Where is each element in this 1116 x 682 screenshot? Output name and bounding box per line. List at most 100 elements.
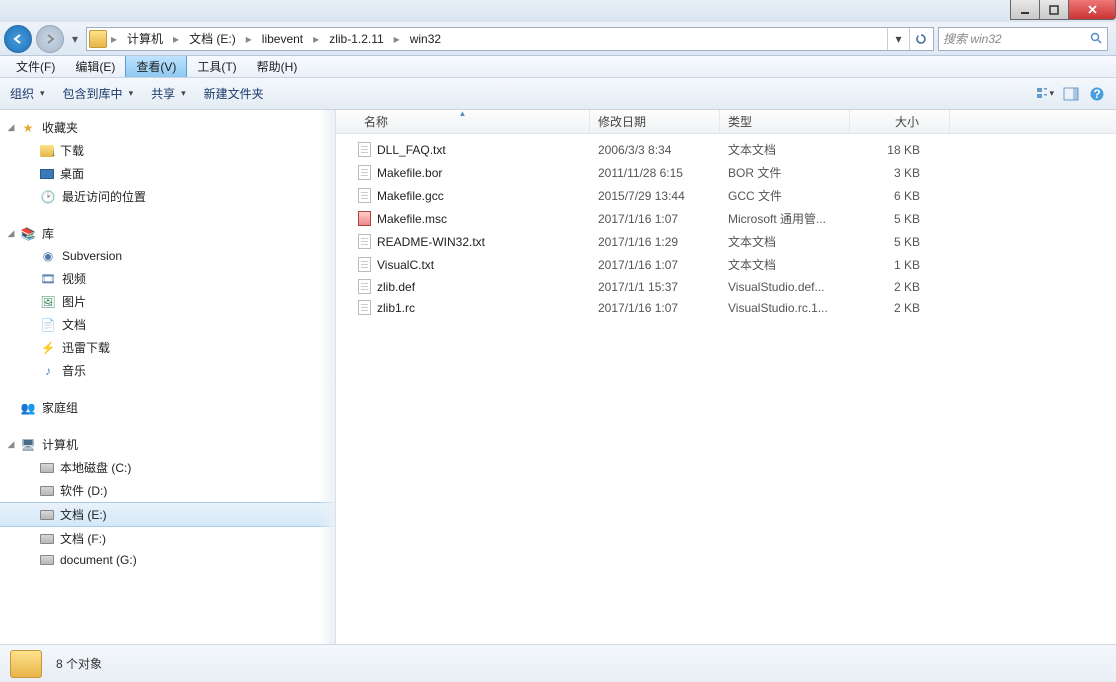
tree-drive-c[interactable]: 本地磁盘 (C:) <box>0 456 335 479</box>
file-name: zlib.def <box>377 280 415 294</box>
file-icon <box>358 279 371 294</box>
breadcrumb-separator[interactable]: ▸ <box>171 32 181 46</box>
maximize-button[interactable] <box>1039 0 1069 20</box>
status-bar: 8 个对象 <box>0 644 1116 682</box>
file-row[interactable]: Makefile.msc2017/1/16 1:07Microsoft 通用管.… <box>336 207 1116 230</box>
breadcrumb-item[interactable]: zlib-1.2.11 <box>323 30 389 48</box>
column-size[interactable]: 大小 <box>850 110 950 133</box>
preview-pane-button[interactable] <box>1062 85 1080 103</box>
file-name: Makefile.gcc <box>377 189 444 203</box>
menu-view[interactable]: 查看(V) <box>125 56 187 77</box>
file-row[interactable]: VisualC.txt2017/1/16 1:07文本文档1 KB <box>336 253 1116 276</box>
file-icon <box>358 142 371 157</box>
tree-pictures[interactable]: 🖼图片 <box>0 290 335 313</box>
breadcrumb-separator[interactable]: ▸ <box>109 32 119 46</box>
svg-text:?: ? <box>1093 87 1100 101</box>
file-date: 2017/1/16 1:07 <box>590 257 720 273</box>
tree-drive-f[interactable]: 文档 (F:) <box>0 527 335 550</box>
tree-drive-g[interactable]: document (G:) <box>0 550 335 570</box>
refresh-button[interactable] <box>909 28 931 50</box>
file-row[interactable]: zlib.def 2017/1/1 15:37VisualStudio.def..… <box>336 276 1116 297</box>
navigation-bar: ▾ ▸ 计算机 ▸ 文档 (E:) ▸ libevent ▸ zlib-1.2.… <box>0 22 1116 56</box>
column-date[interactable]: 修改日期 <box>590 110 720 133</box>
recent-icon: 🕑 <box>40 189 56 205</box>
tree-thunder[interactable]: ⚡迅雷下载 <box>0 336 335 359</box>
menu-file[interactable]: 文件(F) <box>6 56 65 77</box>
share-button[interactable]: 共享 <box>151 85 186 102</box>
address-bar[interactable]: ▸ 计算机 ▸ 文档 (E:) ▸ libevent ▸ zlib-1.2.11… <box>86 27 934 51</box>
tree-music[interactable]: ♪音乐 <box>0 359 335 382</box>
breadcrumb-item[interactable]: libevent <box>256 30 309 48</box>
tree-videos[interactable]: 🎞视频 <box>0 267 335 290</box>
file-name: zlib1.rc <box>377 301 415 315</box>
file-row[interactable]: DLL_FAQ.txt2006/3/3 8:34文本文档18 KB <box>336 138 1116 161</box>
file-icon <box>358 234 371 249</box>
search-box[interactable]: 搜索 win32 <box>938 27 1108 51</box>
breadcrumb-item[interactable]: 文档 (E:) <box>183 28 242 49</box>
drive-icon <box>40 463 54 473</box>
tree-favorites[interactable]: ◢★收藏夹 <box>0 116 335 139</box>
collapse-icon[interactable]: ◢ <box>6 439 16 450</box>
tree-downloads[interactable]: 下载 <box>0 139 335 162</box>
minimize-button[interactable] <box>1010 0 1040 20</box>
file-row[interactable]: zlib1.rc2017/1/16 1:07VisualStudio.rc.1.… <box>336 297 1116 318</box>
breadcrumb-separator[interactable]: ▸ <box>311 32 321 46</box>
file-type: VisualStudio.def... <box>720 279 850 295</box>
view-options-button[interactable]: ▾ <box>1036 85 1054 103</box>
tree-subversion[interactable]: ◉Subversion <box>0 245 335 267</box>
history-dropdown[interactable]: ▾ <box>68 25 82 53</box>
file-date: 2006/3/3 8:34 <box>590 142 720 158</box>
file-row[interactable]: Makefile.bor 2011/11/28 6:15BOR 文件3 KB <box>336 161 1116 184</box>
column-type[interactable]: 类型 <box>720 110 850 133</box>
file-size: 2 KB <box>850 279 950 295</box>
tree-recent[interactable]: 🕑最近访问的位置 <box>0 185 335 208</box>
main-area: ◢★收藏夹 下载 桌面 🕑最近访问的位置 ◢📚库 ◉Subversion 🎞视频… <box>0 110 1116 644</box>
file-row[interactable]: Makefile.gcc2015/7/29 13:44GCC 文件6 KB <box>336 184 1116 207</box>
menu-edit[interactable]: 编辑(E) <box>65 56 125 77</box>
tree-drive-e[interactable]: 文档 (E:) <box>0 502 335 527</box>
file-size: 2 KB <box>850 300 950 316</box>
file-rows[interactable]: DLL_FAQ.txt2006/3/3 8:34文本文档18 KBMakefil… <box>336 134 1116 644</box>
file-size: 18 KB <box>850 142 950 158</box>
back-button[interactable] <box>4 25 32 53</box>
file-icon <box>358 300 371 315</box>
file-row[interactable]: README-WIN32.txt2017/1/16 1:29文本文档5 KB <box>336 230 1116 253</box>
menu-help[interactable]: 帮助(H) <box>247 56 308 77</box>
address-dropdown[interactable]: ▾ <box>887 28 909 50</box>
file-type: BOR 文件 <box>720 163 850 182</box>
breadcrumb-separator[interactable]: ▸ <box>244 32 254 46</box>
file-type: VisualStudio.rc.1... <box>720 300 850 316</box>
navigation-pane[interactable]: ◢★收藏夹 下载 桌面 🕑最近访问的位置 ◢📚库 ◉Subversion 🎞视频… <box>0 110 336 644</box>
column-name[interactable]: ▲名称 <box>336 110 590 133</box>
file-type: GCC 文件 <box>720 186 850 205</box>
tree-computer[interactable]: ◢🖥计算机 <box>0 433 335 456</box>
breadcrumb-separator[interactable]: ▸ <box>392 32 402 46</box>
help-button[interactable]: ? <box>1088 85 1106 103</box>
close-button[interactable] <box>1068 0 1116 20</box>
breadcrumb-item[interactable]: 计算机 <box>121 28 169 49</box>
tree-homegroup[interactable]: 👥家庭组 <box>0 396 335 419</box>
new-folder-button[interactable]: 新建文件夹 <box>204 85 264 102</box>
include-library-button[interactable]: 包含到库中 <box>63 85 134 102</box>
forward-button[interactable] <box>36 25 64 53</box>
pictures-icon: 🖼 <box>40 294 56 310</box>
breadcrumb-item[interactable]: win32 <box>404 30 447 48</box>
libraries-icon: 📚 <box>20 226 36 242</box>
tree-libraries[interactable]: ◢📚库 <box>0 222 335 245</box>
file-name: Makefile.bor <box>377 166 442 180</box>
file-type: 文本文档 <box>720 140 850 159</box>
file-type: 文本文档 <box>720 232 850 251</box>
collapse-icon[interactable]: ◢ <box>6 122 16 133</box>
file-size: 6 KB <box>850 188 950 204</box>
tree-documents[interactable]: 📄文档 <box>0 313 335 336</box>
drive-icon <box>40 555 54 565</box>
file-size: 3 KB <box>850 165 950 181</box>
organize-button[interactable]: 组织 <box>10 85 45 102</box>
file-date: 2017/1/1 15:37 <box>590 279 720 295</box>
menu-tools[interactable]: 工具(T) <box>187 56 246 77</box>
tree-drive-d[interactable]: 软件 (D:) <box>0 479 335 502</box>
window-titlebar <box>0 0 1116 22</box>
collapse-icon[interactable]: ◢ <box>6 228 16 239</box>
tree-desktop[interactable]: 桌面 <box>0 162 335 185</box>
file-date: 2011/11/28 6:15 <box>590 165 720 181</box>
